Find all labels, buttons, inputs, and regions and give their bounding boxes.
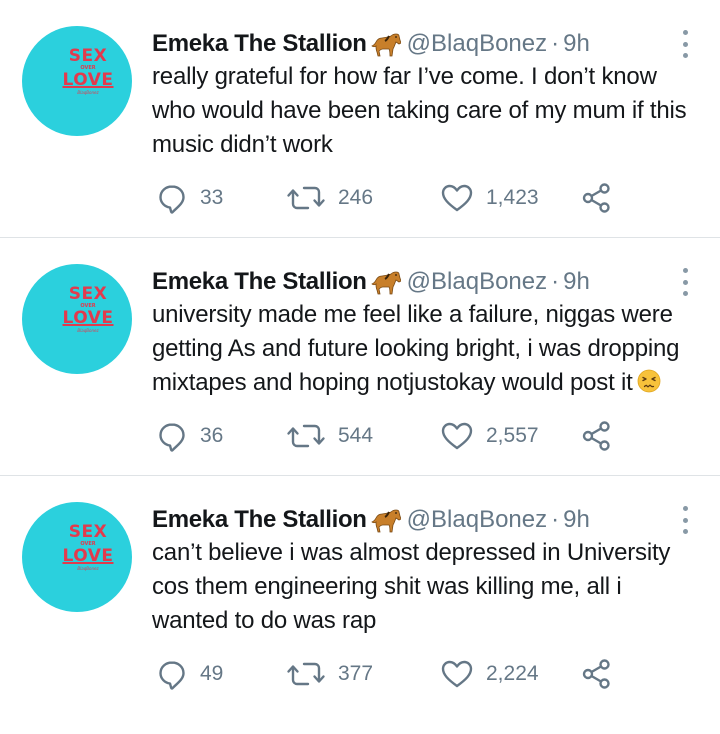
like-count: 2,224 xyxy=(486,662,539,685)
tweet-header: Emeka The Stallion @BlaqBonez · 9h xyxy=(152,28,590,60)
share-button[interactable] xyxy=(580,420,614,452)
retweet-count: 246 xyxy=(338,186,374,209)
reply-count: 36 xyxy=(200,424,224,447)
avatar-logo: SEX OVER LOVE BlaqBonez xyxy=(62,48,114,95)
tweet-actions: 33 246 1,423 xyxy=(156,182,626,214)
tweet-header: Emeka The Stallion @BlaqBonez · 9h xyxy=(152,266,590,298)
retweet-icon xyxy=(286,658,326,690)
reply-button[interactable]: 49 xyxy=(156,658,223,690)
separator-dot: · xyxy=(551,30,560,57)
tweet-actions: 36 544 2,557 xyxy=(156,420,626,452)
reply-count: 49 xyxy=(200,662,224,685)
tweet-text-content: really grateful for how far I’ve come. I… xyxy=(152,63,687,158)
share-icon xyxy=(580,182,614,214)
logo-line-3: LOVE xyxy=(62,308,114,328)
display-name[interactable]: Emeka The Stallion xyxy=(152,504,367,536)
reply-count: 33 xyxy=(200,186,224,209)
like-button[interactable]: 2,557 xyxy=(440,420,539,452)
share-icon xyxy=(580,420,614,452)
reply-button[interactable]: 33 xyxy=(156,182,223,214)
retweet-button[interactable]: 544 xyxy=(286,420,373,452)
timestamp[interactable]: 9h xyxy=(563,504,590,536)
logo-line-4: BlaqBonez xyxy=(77,328,99,333)
tweet-text: can’t believe i was almost depressed in … xyxy=(152,536,700,638)
heart-icon xyxy=(440,182,474,214)
user-handle[interactable]: @BlaqBonez xyxy=(407,504,547,536)
logo-line-3: LOVE xyxy=(62,70,114,90)
logo-line-1: SEX xyxy=(68,284,108,304)
tweet[interactable]: SEX OVER LOVE BlaqBonez Emeka The Stalli… xyxy=(0,0,720,238)
user-handle[interactable]: @BlaqBonez xyxy=(407,28,547,60)
tweet-text-content: university made me feel like a failure, … xyxy=(152,301,680,396)
avatar-logo: SEX OVER LOVE BlaqBonez xyxy=(62,524,114,571)
horse-icon xyxy=(370,31,401,57)
like-count: 1,423 xyxy=(486,186,539,209)
like-button[interactable]: 1,423 xyxy=(440,182,539,214)
timeline-feed: SEX OVER LOVE BlaqBonez Emeka The Stalli… xyxy=(0,0,720,732)
avatar-logo: SEX OVER LOVE BlaqBonez xyxy=(62,286,114,333)
logo-line-1: SEX xyxy=(68,46,108,66)
share-button[interactable] xyxy=(580,182,614,214)
logo-line-1: SEX xyxy=(68,522,108,542)
separator-dot: · xyxy=(551,268,560,295)
avatar[interactable]: SEX OVER LOVE BlaqBonez xyxy=(22,502,132,612)
tweet[interactable]: SEX OVER LOVE BlaqBonez Emeka The Stalli… xyxy=(0,476,720,732)
heart-icon xyxy=(440,658,474,690)
retweet-count: 544 xyxy=(338,424,374,447)
reply-button[interactable]: 36 xyxy=(156,420,223,452)
horse-icon xyxy=(370,269,401,295)
timestamp[interactable]: 9h xyxy=(563,266,590,298)
more-vertical-icon[interactable] xyxy=(680,268,690,296)
avatar[interactable]: SEX OVER LOVE BlaqBonez xyxy=(22,264,132,374)
more-vertical-icon[interactable] xyxy=(680,506,690,534)
tweet-text: university made me feel like a failure, … xyxy=(152,298,700,400)
share-button[interactable] xyxy=(580,658,614,690)
heart-icon xyxy=(440,420,474,452)
logo-line-4: BlaqBonez xyxy=(77,566,99,571)
display-name[interactable]: Emeka The Stallion xyxy=(152,28,367,60)
retweet-icon xyxy=(286,420,326,452)
timestamp[interactable]: 9h xyxy=(563,28,590,60)
tweet-text: really grateful for how far I’ve come. I… xyxy=(152,60,700,162)
retweet-button[interactable]: 377 xyxy=(286,658,373,690)
like-count: 2,557 xyxy=(486,424,539,447)
horse-icon xyxy=(370,507,401,533)
retweet-icon xyxy=(286,182,326,214)
persevering-face-icon xyxy=(637,369,661,393)
logo-line-4: BlaqBonez xyxy=(77,90,99,95)
logo-line-3: LOVE xyxy=(62,546,114,566)
like-button[interactable]: 2,224 xyxy=(440,658,539,690)
tweet-text-content: can’t believe i was almost depressed in … xyxy=(152,539,671,634)
retweet-count: 377 xyxy=(338,662,374,685)
reply-icon xyxy=(156,420,188,452)
tweet-actions: 49 377 2,224 xyxy=(156,658,626,690)
reply-icon xyxy=(156,182,188,214)
display-name[interactable]: Emeka The Stallion xyxy=(152,266,367,298)
separator-dot: · xyxy=(551,506,560,533)
share-icon xyxy=(580,658,614,690)
tweet-header: Emeka The Stallion @BlaqBonez · 9h xyxy=(152,504,590,536)
tweet[interactable]: SEX OVER LOVE BlaqBonez Emeka The Stalli… xyxy=(0,238,720,476)
user-handle[interactable]: @BlaqBonez xyxy=(407,266,547,298)
reply-icon xyxy=(156,658,188,690)
retweet-button[interactable]: 246 xyxy=(286,182,373,214)
avatar[interactable]: SEX OVER LOVE BlaqBonez xyxy=(22,26,132,136)
more-vertical-icon[interactable] xyxy=(680,30,690,58)
